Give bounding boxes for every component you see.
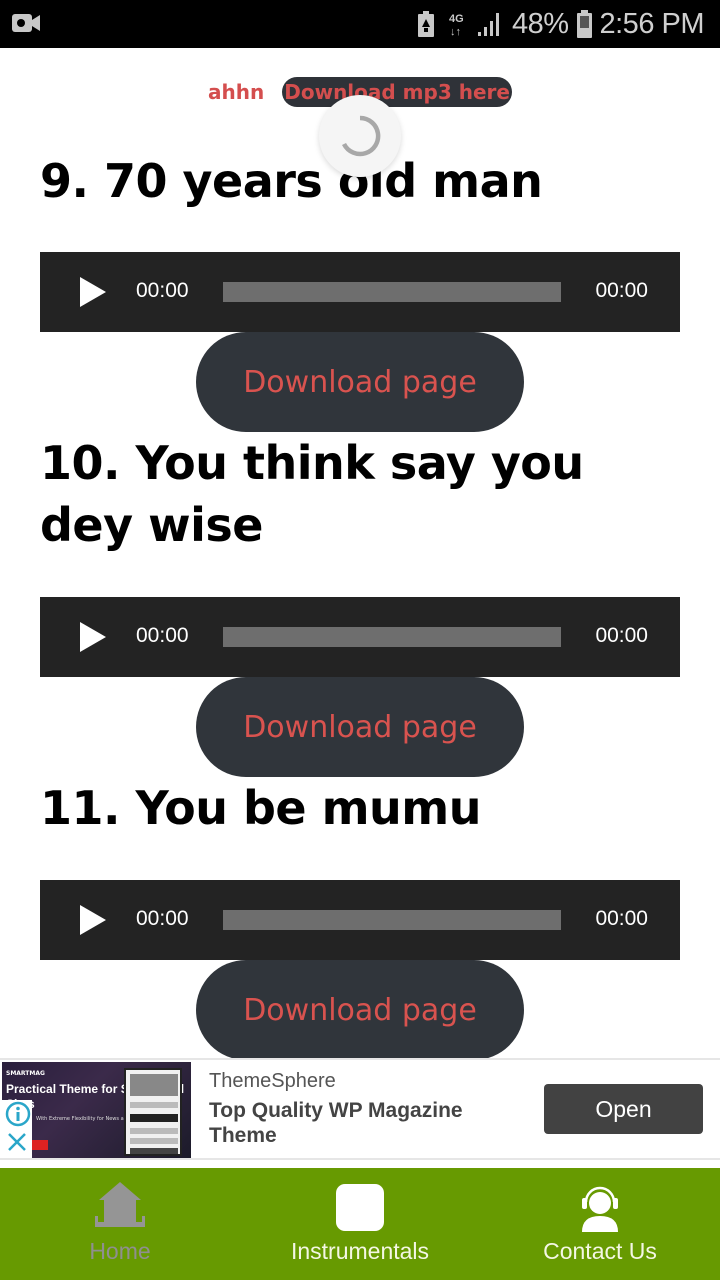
loading-spinner (319, 95, 401, 177)
ad-banner[interactable]: SMARTMAG Practical Theme for Successful … (0, 1058, 720, 1160)
ad-headline: Top Quality WP Magazine Theme (209, 1099, 463, 1147)
audio-player: 00:00 00:00 (40, 597, 680, 677)
seek-bar[interactable] (223, 627, 561, 647)
download-page-button[interactable]: Download page (196, 677, 524, 777)
play-icon[interactable] (80, 905, 106, 935)
signal-strength-icon (477, 13, 499, 36)
battery-percent: 48% (511, 7, 569, 40)
ad-choices (2, 1100, 32, 1158)
nav-label: Contact Us (543, 1238, 657, 1264)
status-bar: 4G ↓↑ 48% 2:56 PM (0, 0, 720, 48)
home-icon (95, 1182, 145, 1227)
duration: 00:00 (595, 624, 648, 647)
ad-image-mockup (124, 1068, 182, 1156)
seek-bar[interactable] (223, 910, 561, 930)
loading-spinner-icon (341, 115, 381, 157)
audio-player: 00:00 00:00 (40, 880, 680, 960)
audio-player: 00:00 00:00 (40, 252, 680, 332)
bottom-nav: Home Instrumentals Contact Us (0, 1168, 720, 1280)
ad-advertiser: ThemeSphere (209, 1070, 336, 1092)
nav-label: Home (89, 1238, 151, 1264)
download-page-button[interactable]: Download page (196, 960, 524, 1060)
play-icon[interactable] (80, 622, 106, 652)
network-4g-icon: 4G ↓↑ (449, 13, 464, 37)
current-time: 00:00 (136, 279, 189, 302)
ahhn-link[interactable]: ahhn (208, 80, 264, 104)
ad-open-button[interactable]: Open (544, 1084, 703, 1134)
square-icon (336, 1184, 384, 1231)
play-icon[interactable] (80, 277, 106, 307)
svg-text:4G: 4G (449, 13, 464, 25)
current-time: 00:00 (136, 907, 189, 930)
current-time: 00:00 (136, 624, 189, 647)
battery-icon (576, 10, 592, 38)
clock: 2:56 PM (599, 7, 705, 40)
ad-image-brand: SMARTMAG (6, 1070, 45, 1077)
svg-text:↓↑: ↓↑ (450, 26, 461, 37)
duration: 00:00 (595, 279, 648, 302)
close-icon[interactable] (7, 1132, 27, 1152)
download-mp3-link[interactable]: Download mp3 here (282, 77, 512, 107)
song-title: 11. You be mumu (40, 781, 481, 835)
support-headset-icon (582, 1186, 618, 1232)
download-page-button[interactable]: Download page (196, 332, 524, 432)
nav-item-instrumentals[interactable]: Instrumentals (240, 1168, 480, 1280)
duration: 00:00 (595, 907, 648, 930)
seek-bar[interactable] (223, 282, 561, 302)
battery-saver-icon (417, 11, 434, 37)
video-camera-icon (12, 14, 40, 32)
nav-label: Instrumentals (290, 1238, 430, 1264)
song-title: 10. You think say you dey wise (40, 436, 584, 552)
nav-item-home[interactable]: Home (0, 1168, 240, 1280)
nav-item-contact-us[interactable]: Contact Us (480, 1168, 720, 1280)
info-icon[interactable] (5, 1101, 31, 1127)
